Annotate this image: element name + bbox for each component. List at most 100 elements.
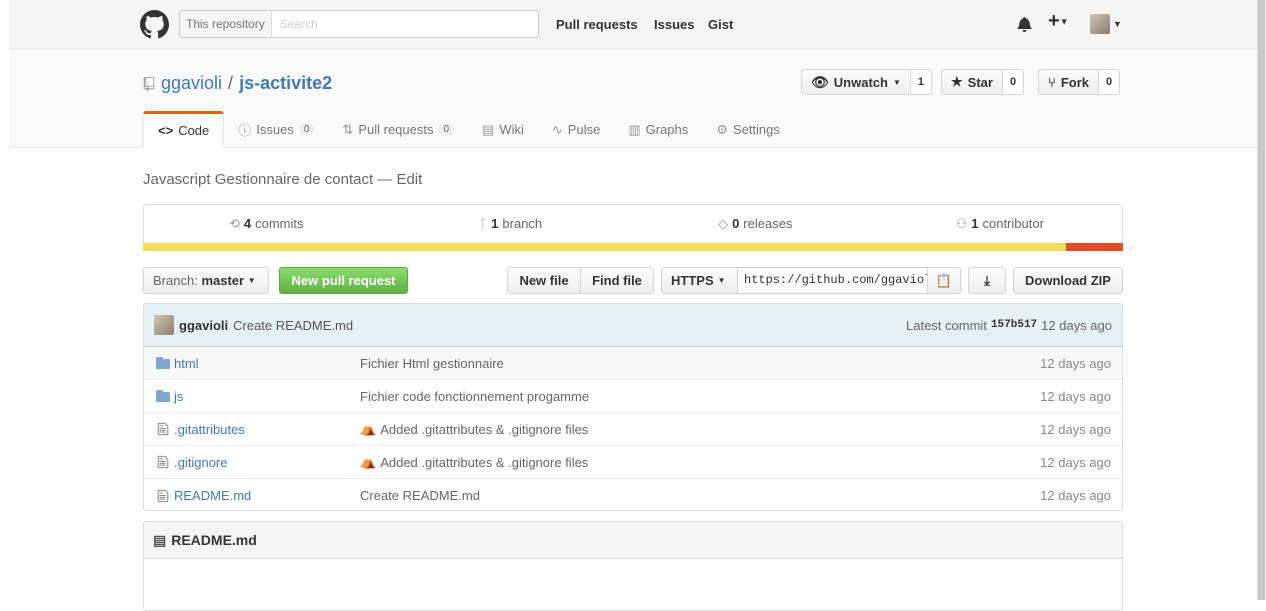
file-row: README.md Create README.md 12 days ago	[144, 479, 1122, 510]
fork-icon: ⑂	[1048, 74, 1056, 90]
user-menu[interactable]: ▼	[1090, 14, 1122, 34]
releases-count: 0	[732, 216, 740, 231]
unwatch-label: Unwatch	[833, 74, 888, 90]
tab-graphs-label: Graphs	[645, 122, 689, 137]
create-new-plus-icon[interactable]: +▼	[1048, 10, 1069, 33]
latest-commit-bar: ggavioli Create README.md Latest commit …	[144, 304, 1122, 347]
file-row: .gitignore ⛺ Added .gitattributes & .gitig…	[144, 446, 1122, 479]
book-icon: ▤	[153, 531, 167, 548]
repo-title: ggavioli / js-activite2	[143, 73, 332, 94]
pulse-icon: ∿	[551, 121, 563, 137]
repo-title-separator: /	[228, 73, 234, 93]
find-file-button[interactable]: Find file	[580, 267, 654, 294]
chevron-down-icon: ▼	[717, 276, 726, 285]
search-scope-label: This repository	[180, 11, 272, 37]
search-box[interactable]: This repository	[179, 10, 539, 38]
organization-icon: ⚇	[955, 215, 968, 231]
commit-author[interactable]: ggavioli	[179, 318, 228, 333]
file-name-link[interactable]: html	[174, 356, 360, 371]
clone-url-input[interactable]: https://github.com/ggavioli/js-activite2…	[737, 267, 928, 294]
star-button[interactable]: ★ Star	[941, 69, 1003, 95]
commits-label: commits	[255, 216, 304, 231]
issue-icon: ⓘ	[238, 123, 252, 138]
desktop-download-icon: ⤓	[984, 272, 990, 288]
commit-author-avatar[interactable]	[154, 315, 174, 335]
file-name-link[interactable]: .gitignore	[174, 455, 360, 470]
protocol-label: HTTPS	[671, 273, 714, 288]
user-avatar[interactable]	[1090, 14, 1110, 34]
repo-name-link[interactable]: js-activite2	[239, 73, 332, 94]
unwatch-button[interactable]: 👁 Unwatch ▼	[801, 69, 911, 95]
copy-to-clipboard-button[interactable]: 📋	[927, 267, 961, 294]
graph-icon: ▥	[628, 121, 641, 137]
tab-graphs[interactable]: ▥ Graphs	[614, 111, 702, 148]
contributors-label: contributor	[982, 216, 1044, 231]
nav-issues[interactable]: Issues	[654, 17, 694, 32]
language-segment[interactable]	[1066, 243, 1123, 251]
pull-request-icon: ⇅	[342, 121, 354, 137]
tab-settings-label: Settings	[732, 122, 780, 137]
nav-pull-requests[interactable]: Pull requests	[556, 17, 638, 32]
fork-count[interactable]: 0	[1098, 69, 1121, 95]
commit-message[interactable]: Create README.md	[233, 318, 353, 333]
tab-pull-requests-count: 0	[438, 123, 455, 136]
commit-age: 12 days ago	[1041, 317, 1112, 333]
scrollbar-thumb[interactable]	[1258, 0, 1265, 600]
branch-select-button[interactable]: Branch: master ▼	[143, 267, 269, 294]
file-age: 12 days ago	[1040, 421, 1111, 437]
new-pull-request-button[interactable]: New pull request	[279, 267, 408, 294]
readme-title: README.md	[171, 532, 257, 548]
commit-sha[interactable]: 157b517	[991, 319, 1037, 331]
download-zip-button[interactable]: Download ZIP	[1013, 267, 1123, 294]
tent-emoji-icon: ⛺	[360, 421, 377, 436]
chevron-down-icon: ▼	[247, 276, 256, 285]
tab-pull-requests[interactable]: ⇅ Pull requests 0	[328, 111, 468, 148]
notifications-bell-icon[interactable]	[1017, 16, 1032, 32]
tab-wiki-label: Wiki	[499, 122, 524, 137]
file-name-link[interactable]: .gitattributes	[174, 422, 360, 437]
file-age: 12 days ago	[1040, 454, 1111, 470]
file-commit-message[interactable]: Create README.md	[360, 488, 1022, 503]
tab-pulse[interactable]: ∿ Pulse	[538, 111, 614, 148]
watch-button-group: 👁 Unwatch ▼ 1	[801, 69, 932, 95]
branch-name: master	[201, 273, 245, 288]
watch-count[interactable]: 1	[910, 69, 932, 95]
file-commit-message[interactable]: Fichier code fonctionnement progamme	[360, 389, 1022, 404]
chevron-down-icon: ▼	[1113, 19, 1122, 29]
latest-commit-prefix: Latest commit	[906, 317, 987, 333]
nav-gist[interactable]: Gist	[708, 17, 733, 32]
file-commit-message-text: Create README.md	[360, 488, 480, 503]
repo-tabs: <> Code ⓘ Issues 0 ⇅ Pull requests 0 ▤ W…	[143, 111, 794, 148]
repo-owner-link[interactable]: ggavioli	[161, 73, 222, 94]
fork-button[interactable]: ⑂ Fork	[1038, 69, 1099, 95]
code-icon: <>	[158, 123, 174, 138]
file-commit-message-text: Fichier Html gestionnaire	[360, 355, 504, 371]
tab-code[interactable]: <> Code	[143, 111, 225, 148]
readme-box: ▤ README.md	[143, 521, 1123, 611]
file-name-link[interactable]: js	[174, 389, 360, 404]
tab-wiki[interactable]: ▤ Wiki	[468, 111, 538, 148]
file-commit-message-text: Fichier code fonctionnement progamme	[360, 388, 590, 404]
language-segment[interactable]	[143, 243, 1067, 251]
tab-issues[interactable]: ⓘ Issues 0	[224, 111, 328, 148]
file-commit-message[interactable]: ⛺ Added .gitattributes & .gitignore files	[360, 454, 1022, 470]
repo-description: Javascript Gestionnaire de contact — Edi…	[143, 171, 423, 188]
file-commit-message[interactable]: Fichier Html gestionnaire	[360, 356, 1022, 371]
star-count[interactable]: 0	[1002, 69, 1025, 95]
open-desktop-button[interactable]: ⤓	[968, 267, 1006, 294]
clone-protocol-button[interactable]: HTTPS ▼	[661, 267, 738, 294]
folder-icon	[144, 357, 174, 369]
github-logo-icon[interactable]	[140, 10, 169, 39]
file-name-link[interactable]: README.md	[174, 488, 360, 503]
search-input[interactable]	[271, 11, 522, 37]
folder-icon	[144, 390, 174, 402]
new-file-button[interactable]: New file	[507, 267, 581, 294]
star-button-group: ★ Star 0	[941, 69, 1025, 95]
tab-settings[interactable]: ⚙ Settings	[702, 111, 794, 148]
language-bar[interactable]	[143, 243, 1123, 251]
file-commit-message[interactable]: ⛺ Added .gitattributes & .gitignore files	[360, 421, 1022, 437]
gear-icon: ⚙	[716, 121, 728, 137]
file-age: 12 days ago	[1040, 355, 1111, 371]
releases-label: releases	[743, 216, 793, 231]
file-list: ggavioli Create README.md Latest commit …	[143, 303, 1123, 511]
